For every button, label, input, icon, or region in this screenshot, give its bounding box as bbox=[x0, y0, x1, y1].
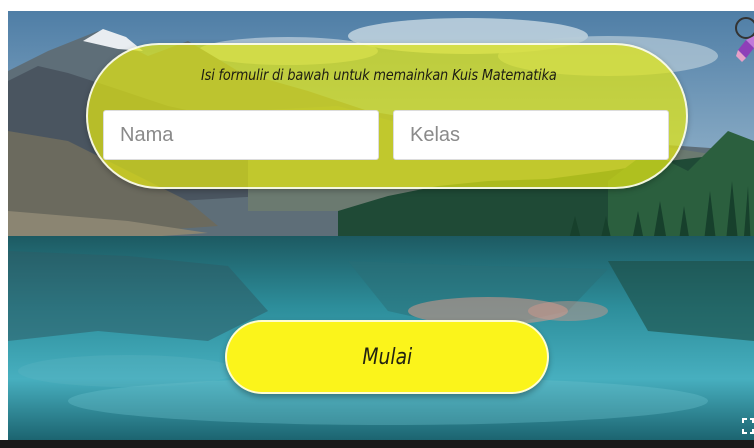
bottom-edge-bar bbox=[0, 440, 754, 448]
form-instruction-title: Isi formulir di bawah untuk memainkan Ku… bbox=[201, 66, 557, 84]
quiz-start-screen: Isi formulir di bawah untuk memainkan Ku… bbox=[0, 0, 754, 448]
start-button-label: Mulai bbox=[362, 344, 412, 370]
start-button[interactable]: Mulai bbox=[225, 320, 549, 394]
class-input[interactable] bbox=[393, 110, 669, 160]
fullscreen-icon[interactable] bbox=[742, 418, 754, 434]
name-input[interactable] bbox=[103, 110, 379, 160]
app-logo-icon bbox=[735, 17, 754, 62]
